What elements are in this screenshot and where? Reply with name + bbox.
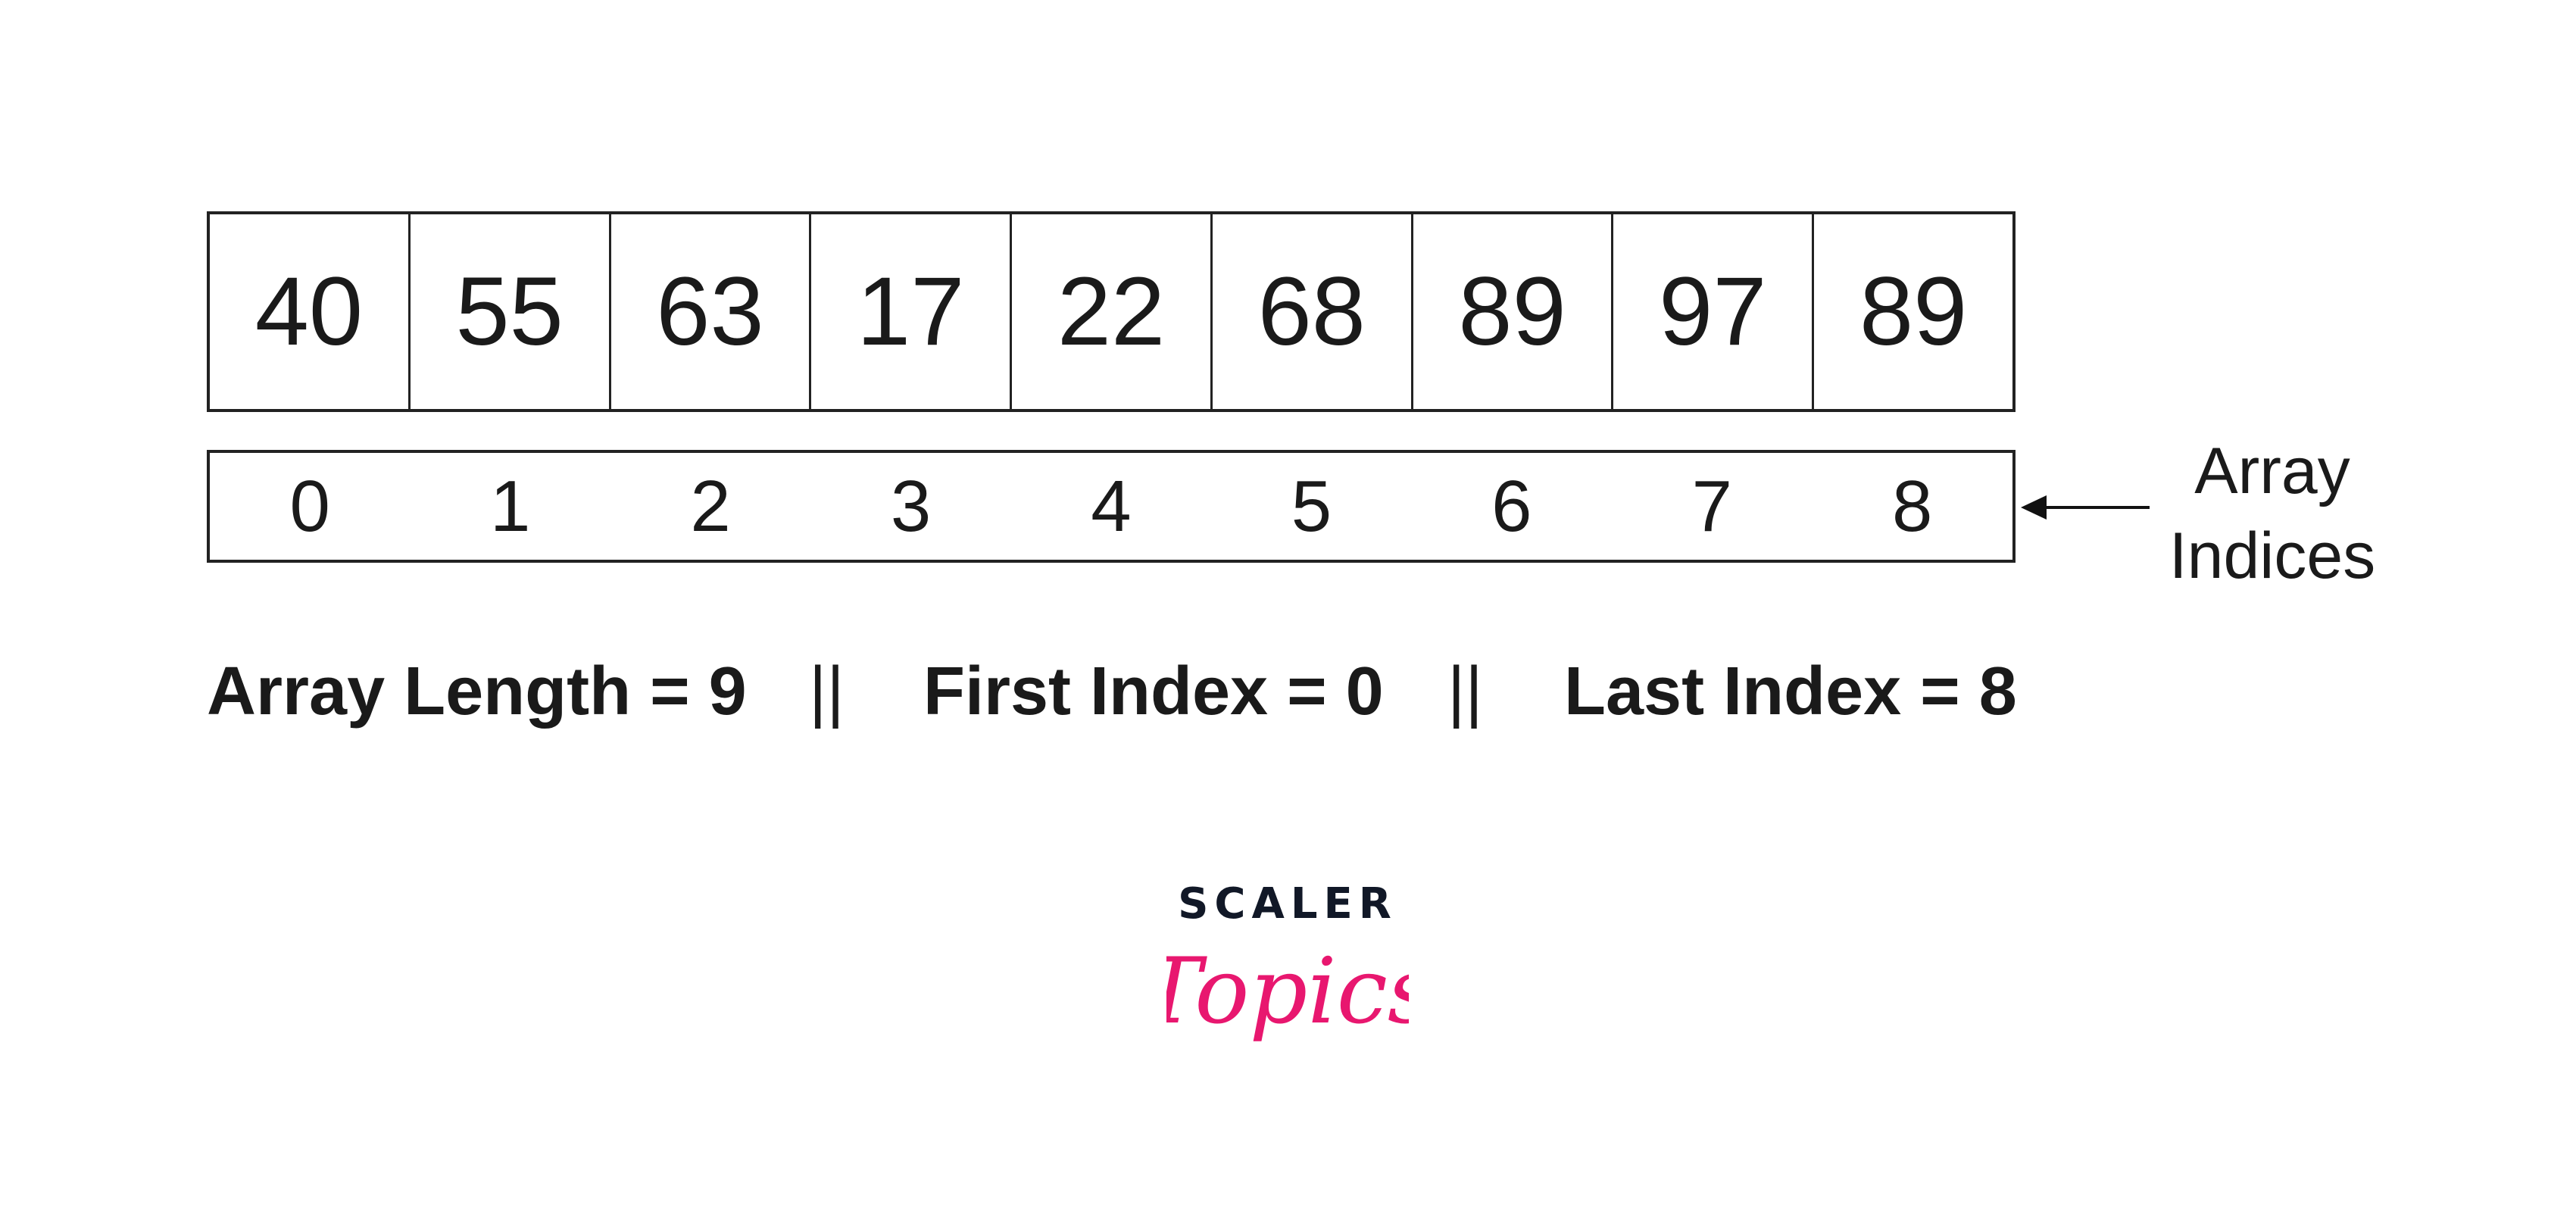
- array-values-row: 40 55 63 17 22 68 89 97 89: [207, 211, 2016, 412]
- array-value-cell: 89: [1413, 214, 1614, 409]
- array-value-cell: 63: [611, 214, 812, 409]
- array-index-cell: 6: [1491, 465, 1532, 547]
- last-index-text: Last Index = 8: [1564, 654, 2017, 729]
- array-index-cell: 0: [289, 465, 330, 547]
- array-index-cell: 3: [890, 465, 932, 547]
- array-value-cell: 97: [1613, 214, 1815, 409]
- array-index-cell: 4: [1091, 465, 1132, 547]
- array-value-cell: 40: [210, 214, 411, 409]
- array-index-cell: 2: [690, 465, 731, 547]
- array-length-text: Array Length = 9: [207, 654, 747, 729]
- arrow-left-icon: [2021, 495, 2150, 520]
- array-index-cell: 5: [1291, 465, 1332, 547]
- array-value-cell: 22: [1012, 214, 1213, 409]
- logo-topics-text: Topics: [1166, 939, 1409, 1044]
- logo-scaler-text: SCALER: [1178, 879, 1397, 929]
- array-indices-label: Array Indices: [2144, 429, 2401, 598]
- array-indices-row: 0 1 2 3 4 5 6 7 8: [207, 450, 2016, 563]
- array-index-cell: 7: [1691, 465, 1732, 547]
- array-value-cell: 68: [1213, 214, 1413, 409]
- label-line-2: Indices: [2169, 520, 2376, 592]
- array-value-cell: 17: [811, 214, 1013, 409]
- first-index-text: First Index = 0: [923, 654, 1384, 729]
- array-value-cell: 55: [411, 214, 611, 409]
- array-value-cell: 89: [1859, 258, 1968, 366]
- separator: ||: [809, 654, 845, 729]
- array-index-cell: 1: [489, 465, 531, 547]
- separator: ||: [1447, 654, 1483, 729]
- scaler-topics-logo: SCALER Topics: [1166, 879, 1409, 1044]
- array-index-cell: 8: [1892, 465, 1933, 547]
- label-line-1: Array: [2194, 435, 2350, 507]
